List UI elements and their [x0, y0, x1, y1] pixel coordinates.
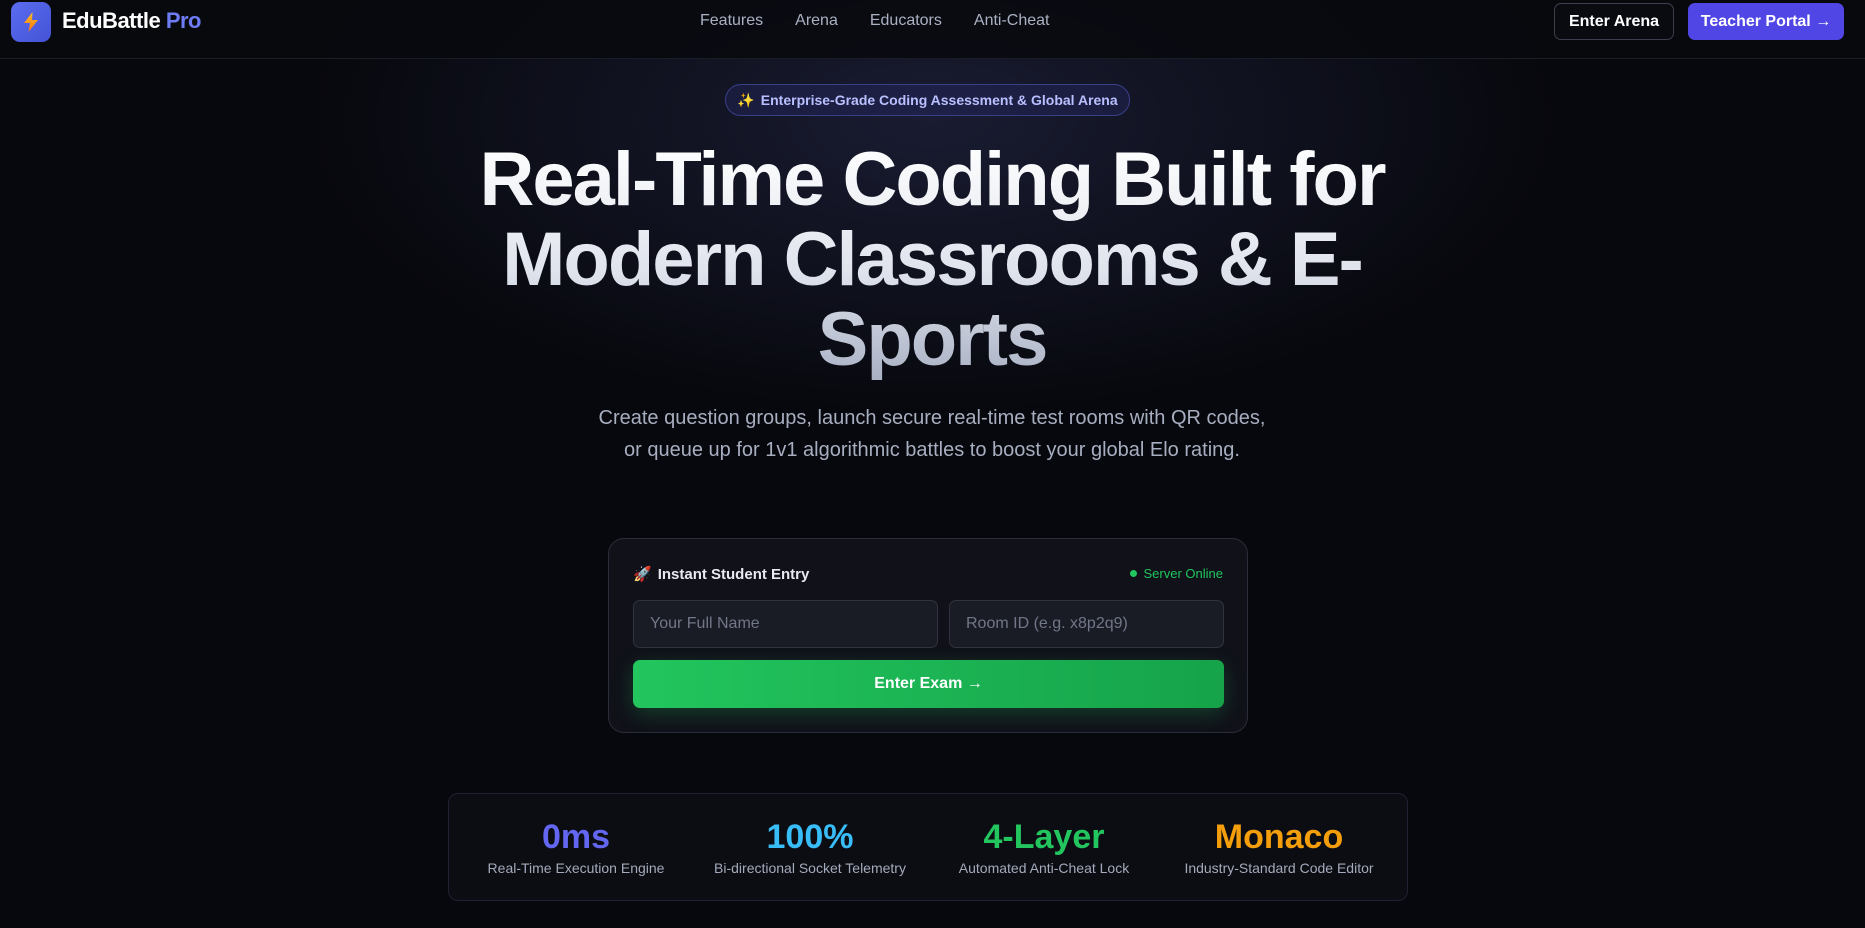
nav-link-arena[interactable]: Arena: [795, 12, 838, 30]
logo[interactable]: [11, 2, 51, 42]
stat-label: Bi-directional Socket Telemetry: [714, 860, 906, 876]
headline-line-3: Sports: [817, 297, 1047, 382]
server-status: Server Online: [1129, 566, 1223, 581]
sparkles-icon: ✨: [737, 91, 755, 108]
stat-value: 100%: [766, 818, 854, 856]
status-dot-icon: [1129, 570, 1137, 577]
stat-item: 4-Layer Automated Anti-Cheat Lock: [929, 818, 1159, 876]
hero-badge: ✨ Enterprise-Grade Coding Assessment & G…: [725, 84, 1130, 116]
headline-line-2: Modern Classrooms & E-: [502, 217, 1362, 302]
lightning-bolt-icon: [24, 12, 38, 32]
hero-subtitle: Create question groups, launch secure re…: [598, 407, 1266, 461]
teacher-portal-button[interactable]: Teacher Portal →: [1688, 3, 1844, 40]
stat-label: Real-Time Execution Engine: [487, 860, 665, 876]
hero-headline: Real-Time Coding Built for Modern Classr…: [432, 140, 1432, 380]
nav-link-anti-cheat[interactable]: Anti-Cheat: [974, 12, 1050, 30]
nav-links: Features Arena Educators Anti-Cheat: [700, 12, 1049, 30]
stat-value: 4-Layer: [983, 818, 1105, 856]
stat-item: 0ms Real-Time Execution Engine: [461, 818, 691, 876]
stats-bar: 0ms Real-Time Execution Engine 100% Bi-d…: [448, 793, 1408, 901]
hero-badge-text: Enterprise-Grade Coding Assessment & Glo…: [760, 92, 1118, 108]
student-entry-card: 🚀 Instant Student Entry Server Online En…: [608, 538, 1248, 733]
server-status-text: Server Online: [1143, 566, 1223, 581]
nav-link-educators[interactable]: Educators: [870, 12, 942, 30]
stat-value: 0ms: [541, 818, 611, 856]
full-name-input[interactable]: [633, 600, 938, 648]
stat-label: Automated Anti-Cheat Lock: [958, 860, 1130, 876]
rocket-icon: 🚀: [633, 566, 652, 583]
stat-item: Monaco Industry-Standard Code Editor: [1164, 818, 1394, 876]
brand-suffix: Pro: [165, 8, 202, 33]
enter-exam-button[interactable]: Enter Exam →: [633, 660, 1224, 708]
stat-value: Monaco: [1214, 818, 1344, 856]
nav-link-features[interactable]: Features: [700, 12, 763, 30]
stat-label: Industry-Standard Code Editor: [1184, 860, 1374, 876]
headline-line-1: Real-Time Coding Built for: [479, 137, 1385, 222]
brand-name[interactable]: EduBattle Pro: [62, 8, 202, 34]
brand-main: EduBattle: [62, 8, 161, 33]
room-id-input[interactable]: [949, 600, 1224, 648]
enter-arena-button[interactable]: Enter Arena: [1554, 3, 1674, 40]
entry-card-title: 🚀 Instant Student Entry: [633, 565, 810, 584]
stat-item: 100% Bi-directional Socket Telemetry: [695, 818, 925, 876]
top-nav: EduBattle Pro Features Arena Educators A…: [0, 0, 1865, 59]
entry-title-text: Instant Student Entry: [657, 565, 810, 583]
